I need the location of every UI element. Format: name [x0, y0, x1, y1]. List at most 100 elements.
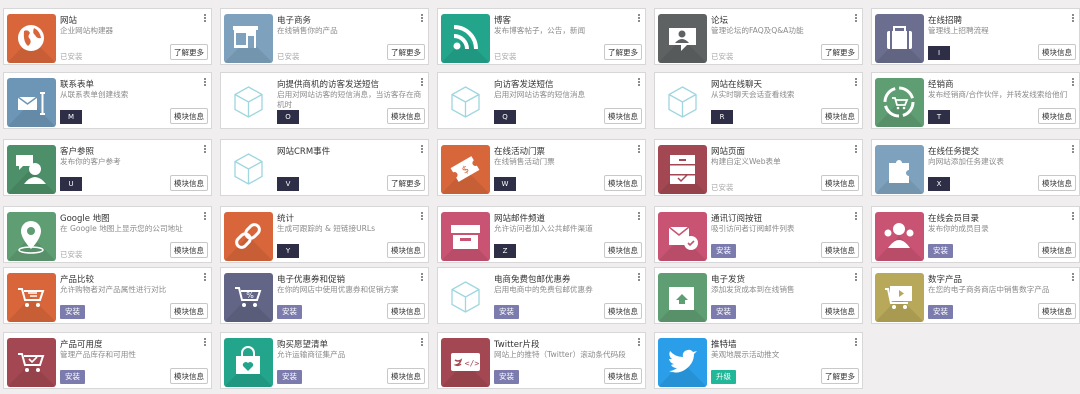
module-info-button[interactable]: 模块信息: [604, 368, 642, 384]
app-card[interactable]: </> Twitter片段 网站上的推特（Twitter）滚动条代码段 安装 模块信息: [437, 332, 646, 389]
more-options-icon[interactable]: [1072, 273, 1075, 282]
more-options-icon[interactable]: [638, 212, 641, 221]
app-card[interactable]: 网站CRM事件 V 了解更多: [220, 139, 429, 196]
install-button[interactable]: 安装: [711, 305, 736, 319]
module-info-button[interactable]: 模块信息: [1038, 175, 1076, 191]
technical-name-badge: R: [711, 110, 733, 124]
module-info-button[interactable]: 模块信息: [821, 108, 859, 124]
more-options-icon[interactable]: [421, 273, 424, 282]
app-card[interactable]: 向提供商机的访客发送短信 启用对网站访客的短信消息，当访客存在商机时 O 模块信息: [220, 72, 429, 129]
learn-more-button[interactable]: 了解更多: [821, 44, 859, 60]
more-options-icon[interactable]: [421, 145, 424, 154]
app-card[interactable]: 购买愿望清单 允许运输商征集产品 安装 模块信息: [220, 332, 429, 389]
more-options-icon[interactable]: [855, 145, 858, 154]
module-info-button[interactable]: 模块信息: [604, 175, 642, 191]
module-info-button[interactable]: 模块信息: [821, 242, 859, 258]
more-options-icon[interactable]: [1072, 145, 1075, 154]
module-info-button[interactable]: 模块信息: [604, 108, 642, 124]
more-options-icon[interactable]: [855, 14, 858, 23]
more-options-icon[interactable]: [204, 212, 207, 221]
install-button[interactable]: 安装: [928, 305, 953, 319]
app-card[interactable]: 向访客发送短信 启用对网站访客的短信消息 Q 模块信息: [437, 72, 646, 129]
install-button[interactable]: 安装: [928, 244, 953, 258]
app-card[interactable]: 电子发货 添加发货成本到在线销售 安装 模块信息: [654, 267, 863, 324]
app-card[interactable]: 网站邮件频道 允许访问者加入公共邮件渠道 Z 模块信息: [437, 206, 646, 263]
app-card[interactable]: 论坛 管理论坛的FAQ及Q&A功能 已安装 了解更多: [654, 8, 863, 65]
module-info-button[interactable]: 模块信息: [170, 108, 208, 124]
app-card[interactable]: 推特墙 美观地展示活动推文 升级 了解更多: [654, 332, 863, 389]
more-options-icon[interactable]: [855, 273, 858, 282]
more-options-icon[interactable]: [204, 14, 207, 23]
learn-more-button[interactable]: 了解更多: [387, 175, 425, 191]
more-options-icon[interactable]: [1072, 212, 1075, 221]
more-options-icon[interactable]: [638, 14, 641, 23]
more-options-icon[interactable]: [204, 78, 207, 87]
app-card[interactable]: 博客 发布博客帖子，公告，新闻 已安装 了解更多: [437, 8, 646, 65]
more-options-icon[interactable]: [855, 338, 858, 347]
more-options-icon[interactable]: [204, 338, 207, 347]
app-card[interactable]: 通讯订阅按钮 吸引访问者订阅邮件列表 安装 模块信息: [654, 206, 863, 263]
app-card[interactable]: 网站 企业网站构建器 已安装 了解更多: [3, 8, 212, 65]
module-info-button[interactable]: 模块信息: [387, 368, 425, 384]
install-button[interactable]: 安装: [60, 370, 85, 384]
app-card[interactable]: 在线招聘 管理线上招聘流程 I 模块信息: [871, 8, 1080, 65]
more-options-icon[interactable]: [421, 78, 424, 87]
app-title: 产品比较: [60, 275, 95, 285]
more-options-icon[interactable]: [638, 338, 641, 347]
module-info-button[interactable]: 模块信息: [170, 303, 208, 319]
install-button[interactable]: 安装: [494, 305, 519, 319]
app-card[interactable]: 在线任务提交 向网站添加任务建议表 X 模块信息: [871, 139, 1080, 196]
install-button[interactable]: 安装: [60, 305, 85, 319]
module-info-button[interactable]: 模块信息: [387, 242, 425, 258]
learn-more-button[interactable]: 了解更多: [604, 44, 642, 60]
app-card[interactable]: 数字产品 在您的电子商务商店中销售数字产品 安装 模块信息: [871, 267, 1080, 324]
more-options-icon[interactable]: [421, 212, 424, 221]
more-options-icon[interactable]: [421, 14, 424, 23]
app-card[interactable]: $ 在线活动门票 在线销售活动门票 W 模块信息: [437, 139, 646, 196]
module-info-button[interactable]: 模块信息: [387, 108, 425, 124]
module-info-button[interactable]: 模块信息: [604, 303, 642, 319]
more-options-icon[interactable]: [1072, 14, 1075, 23]
app-card[interactable]: 客户参照 发布你的客户参考 U 模块信息: [3, 139, 212, 196]
app-card[interactable]: 经销商 发布经销商/合作伙伴，并转发线索给他们 T 模块信息: [871, 72, 1080, 129]
module-info-button[interactable]: 模块信息: [170, 175, 208, 191]
more-options-icon[interactable]: [204, 145, 207, 154]
app-card[interactable]: 电子商务 在线销售你的产品 已安装 了解更多: [220, 8, 429, 65]
learn-more-button[interactable]: 了解更多: [387, 44, 425, 60]
app-card[interactable]: 在线会员目录 发布你的成员目录 安装 模块信息: [871, 206, 1080, 263]
more-options-icon[interactable]: [421, 338, 424, 347]
install-button[interactable]: 安装: [494, 370, 519, 384]
module-info-button[interactable]: 模块信息: [170, 368, 208, 384]
more-options-icon[interactable]: [855, 212, 858, 221]
app-card[interactable]: 统计 生成可跟踪的 & 短链接URLs Y 模块信息: [220, 206, 429, 263]
module-info-button[interactable]: 模块信息: [1038, 44, 1076, 60]
app-card[interactable]: 网站在线聊天 从实时聊天会话查看线索 R 模块信息: [654, 72, 863, 129]
learn-more-button[interactable]: 了解更多: [170, 44, 208, 60]
app-card[interactable]: 产品比较 允许购物者对产品属性进行对比 安装 模块信息: [3, 267, 212, 324]
app-card[interactable]: 联系表单 从联系表单创建线索 M 模块信息: [3, 72, 212, 129]
module-info-button[interactable]: 模块信息: [387, 303, 425, 319]
app-card[interactable]: 电商免费包邮优惠券 启用电商中的免费包邮优惠券 安装 模块信息: [437, 267, 646, 324]
more-options-icon[interactable]: [638, 273, 641, 282]
module-info-button[interactable]: 模块信息: [170, 242, 208, 258]
more-options-icon[interactable]: [855, 78, 858, 87]
module-info-button[interactable]: 模块信息: [604, 242, 642, 258]
app-card[interactable]: 产品可用度 管理产品库存和可用性 安装 模块信息: [3, 332, 212, 389]
install-button[interactable]: 安装: [277, 370, 302, 384]
more-options-icon[interactable]: [638, 78, 641, 87]
install-button[interactable]: 安装: [277, 305, 302, 319]
module-info-button[interactable]: 模块信息: [1038, 303, 1076, 319]
more-options-icon[interactable]: [204, 273, 207, 282]
app-card[interactable]: Google 地图在 Google 地图上显示您的公司地址 已安装 模块信息: [3, 206, 212, 263]
more-options-icon[interactable]: [638, 145, 641, 154]
app-card[interactable]: % 电子优惠券和促销 在你的网店中使用优惠券和促销方案 安装 模块信息: [220, 267, 429, 324]
upgrade-button[interactable]: 升级: [711, 370, 736, 384]
more-options-icon[interactable]: [1072, 78, 1075, 87]
app-card[interactable]: 网站页面 构建自定义Web表单 已安装 模块信息: [654, 139, 863, 196]
install-button[interactable]: 安装: [711, 244, 736, 258]
module-info-button[interactable]: 模块信息: [821, 175, 859, 191]
module-info-button[interactable]: 模块信息: [1038, 108, 1076, 124]
module-info-button[interactable]: 模块信息: [821, 303, 859, 319]
learn-more-button[interactable]: 了解更多: [821, 368, 859, 384]
module-info-button[interactable]: 模块信息: [1038, 242, 1076, 258]
